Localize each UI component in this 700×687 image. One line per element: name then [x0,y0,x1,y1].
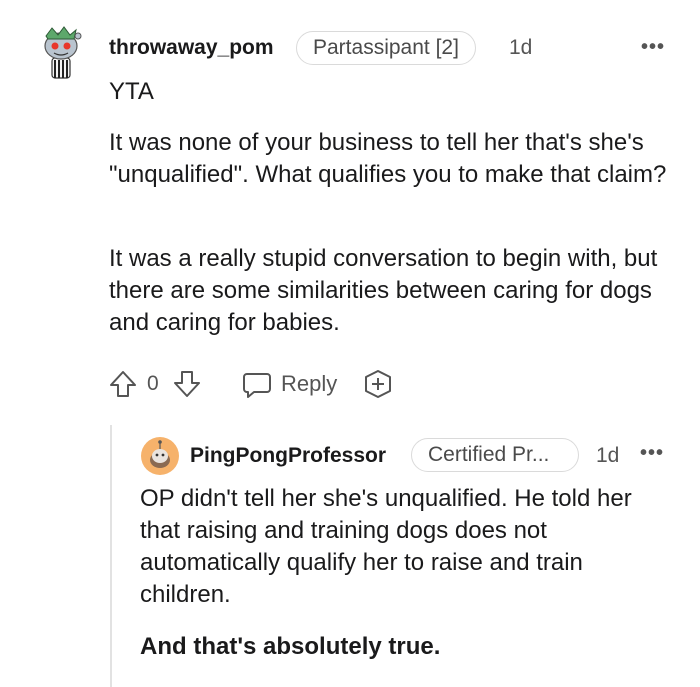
more-options-button[interactable]: ••• [641,36,665,59]
upvote-arrow-icon [110,371,136,397]
comment-paragraph: YTA [109,78,154,105]
reply-paragraph-bold: And that's absolutely true. [140,633,441,660]
award-plus-icon [365,370,391,398]
speech-bubble-icon [243,373,271,398]
reply-user-flair: Certified Pr... [411,438,579,472]
reply-user-avatar[interactable] [140,436,180,476]
vote-score: 0 [147,372,159,395]
reply-button[interactable]: Reply [241,364,337,404]
username[interactable]: throwaway_pom [109,36,274,60]
downvote-arrow-icon [174,371,200,397]
reply-more-options-button[interactable]: ••• [640,442,664,465]
snoo-avatar-icon [141,437,179,475]
reply-username[interactable]: PingPongProfessor [190,444,386,468]
reply-timestamp: 1d [596,444,620,467]
timestamp: 1d [509,36,533,59]
downvote-button[interactable] [171,364,203,404]
reply-label: Reply [281,371,338,396]
comment-paragraph: It was a really stupid conversation to b… [109,245,658,336]
user-flair: Partassipant [2] [296,31,476,65]
upvote-button[interactable] [107,364,139,404]
snoo-avatar-icon [44,26,82,79]
thread-line[interactable] [110,425,112,687]
comment-paragraph: It was none of your business to tell her… [109,129,667,188]
give-award-button[interactable] [362,364,394,404]
reply-paragraph: OP didn't tell her she's unqualified. He… [140,485,632,608]
user-avatar[interactable] [38,26,84,80]
